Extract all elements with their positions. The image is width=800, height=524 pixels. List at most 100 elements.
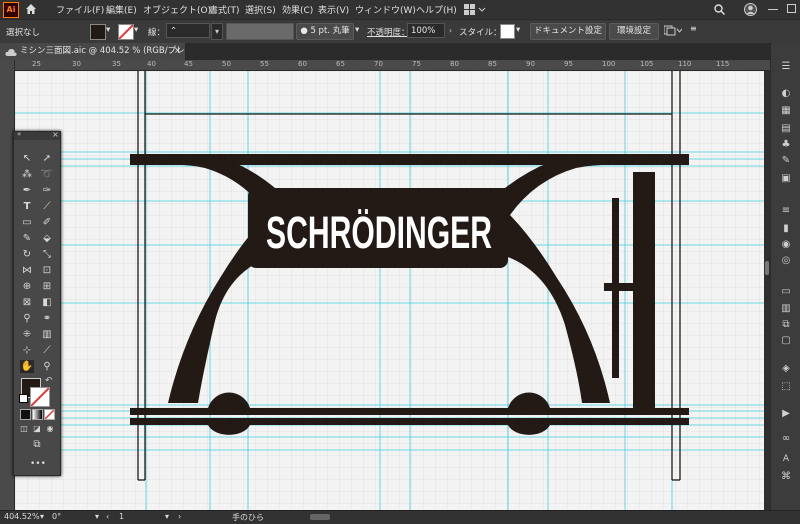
style-dropdown-icon[interactable]: ▾	[516, 25, 520, 35]
document-setup-button[interactable]: ドキュメント設定	[530, 23, 606, 40]
free-transform-tool-icon[interactable]: ⊡	[40, 264, 54, 277]
stroke-icon[interactable]: ≡	[779, 205, 793, 217]
asset-export-icon[interactable]: ⬚	[779, 381, 793, 393]
direct-selection-tool-icon[interactable]: ➚	[40, 152, 54, 165]
zoom-dropdown-icon[interactable]: ▾	[40, 512, 44, 521]
panel-collapse-icon[interactable]: «	[17, 130, 21, 138]
draw-behind-icon[interactable]: ◪	[30, 422, 44, 435]
brushes-icon[interactable]: ✎	[779, 155, 793, 167]
menu-help[interactable]: ヘルプ(H)	[416, 3, 457, 16]
tab-close-icon[interactable]: ×	[174, 43, 181, 60]
none-mode-icon[interactable]	[44, 409, 55, 420]
scroll-thumb[interactable]	[765, 261, 769, 275]
actions-icon[interactable]: ▶	[779, 408, 793, 420]
artboard-tool-icon[interactable]: ⊹	[20, 344, 34, 357]
selection-tool-icon[interactable]: ↖	[20, 152, 34, 165]
menu-window[interactable]: ウィンドウ(W)	[355, 3, 416, 16]
stroke-color-swatch[interactable]	[30, 387, 50, 407]
artboard-dropdown-icon[interactable]: ▾	[165, 512, 169, 521]
draw-inside-icon[interactable]: ◉	[43, 422, 57, 435]
variable-width-profile[interactable]	[226, 23, 294, 40]
rotation-value[interactable]: 0°	[52, 512, 61, 521]
edit-toolbar-icon[interactable]: •••	[30, 458, 46, 471]
rotation-dropdown-icon[interactable]: ▾	[95, 512, 99, 521]
home-icon[interactable]	[25, 3, 37, 18]
horizontal-scrollbar[interactable]	[310, 514, 330, 520]
stroke-none-swatch[interactable]	[118, 24, 134, 40]
artboard-canvas[interactable]: SCHRÖDINGER	[15, 71, 764, 510]
document-tab[interactable]: ミシン三面図.aic @ 404.52 % (RGB/プレビュー) ×	[0, 43, 185, 73]
menu-select[interactable]: 選択(S)	[245, 3, 276, 16]
eraser-tool-icon[interactable]: ⬙	[40, 232, 54, 245]
scale-tool-icon[interactable]: ⤡	[40, 248, 54, 261]
swap-fill-stroke-icon[interactable]: ↶	[45, 376, 53, 386]
stroke-weight-dropdown[interactable]: ▾	[211, 23, 223, 40]
graphic-styles-icon[interactable]: ▣	[779, 173, 793, 185]
user-avatar-icon[interactable]	[744, 3, 757, 19]
horizontal-ruler[interactable]: 25 30 35 40 45 50 55 60 65 70 75 80 85 9…	[14, 60, 770, 71]
width-tool-icon[interactable]: ⋈	[20, 264, 34, 277]
preferences-button[interactable]: 環境設定	[609, 23, 659, 40]
panel-menu-icon[interactable]: ≡	[690, 24, 697, 33]
slice-tool-icon[interactable]: ⟋	[40, 344, 54, 357]
panel-close-icon[interactable]: ×	[52, 130, 59, 139]
properties-icon[interactable]: ☰	[779, 61, 793, 73]
menu-file[interactable]: ファイル(F)	[56, 3, 104, 16]
curvature-tool-icon[interactable]: ✑	[40, 184, 54, 197]
artboard-number[interactable]: 1	[119, 512, 124, 521]
shape-builder-tool-icon[interactable]: ⊕	[20, 280, 34, 293]
artboards-icon[interactable]: ▢	[779, 335, 793, 347]
blend-tool-icon[interactable]: ⚭	[40, 312, 54, 325]
opacity-label[interactable]: 不透明度：	[367, 26, 410, 38]
glyphs-icon[interactable]: ⌘	[779, 471, 793, 483]
shaper-tool-icon[interactable]: ✎	[20, 232, 34, 245]
brush-dropdown-icon[interactable]: ▾	[355, 25, 359, 35]
gradient-tool-icon[interactable]: ◧	[40, 296, 54, 309]
menu-view[interactable]: 表示(V)	[318, 3, 349, 16]
fill-swatch[interactable]	[90, 24, 106, 40]
workspace-icon[interactable]	[464, 4, 486, 18]
paintbrush-tool-icon[interactable]: ✐	[40, 216, 54, 229]
magic-wand-tool-icon[interactable]: ⁂	[20, 168, 34, 181]
stroke-dropdown-icon[interactable]: ▾	[134, 25, 138, 35]
swatches-icon[interactable]: ▤	[779, 123, 793, 135]
graph-tool-icon[interactable]: ▥	[40, 328, 54, 341]
menu-effect[interactable]: 効果(C)	[282, 3, 313, 16]
brush-definition[interactable]: ● 5 pt. 丸筆	[296, 23, 354, 40]
links-icon[interactable]: ∞	[779, 433, 793, 445]
style-swatch[interactable]	[500, 24, 515, 39]
minimize-icon[interactable]	[768, 9, 778, 10]
transform-icon[interactable]: ▭	[779, 286, 793, 298]
menu-object[interactable]: オブジェクト(O)	[143, 3, 211, 16]
search-icon[interactable]	[714, 4, 726, 18]
rectangle-tool-icon[interactable]: ▭	[20, 216, 34, 229]
perspective-grid-tool-icon[interactable]: ⊞	[40, 280, 54, 293]
layers-icon[interactable]: ◈	[779, 363, 793, 375]
opacity-field[interactable]: 100%	[407, 23, 445, 38]
artboard-prev-icon[interactable]: ‹	[106, 512, 109, 521]
pathfinder-icon[interactable]: ⧉	[779, 319, 793, 331]
zoom-level[interactable]: 404.52%	[4, 512, 40, 521]
draw-mode-icon[interactable]: ◫	[17, 422, 31, 435]
arrange-documents-icon[interactable]	[663, 25, 683, 39]
opacity-dropdown[interactable]: ›	[446, 23, 455, 38]
color-mode-icon[interactable]	[20, 409, 31, 420]
zoom-tool-icon[interactable]: ⚲	[40, 360, 54, 373]
artboard-next-icon[interactable]: ›	[178, 512, 181, 521]
menu-edit[interactable]: 編集(E)	[106, 3, 137, 16]
stroke-weight-field[interactable]: ⌃	[166, 23, 210, 38]
maximize-icon[interactable]	[787, 4, 796, 13]
transparency-icon[interactable]: ◉	[779, 239, 793, 251]
lasso-tool-icon[interactable]: ➰	[40, 168, 54, 181]
line-tool-icon[interactable]: ⟋	[40, 200, 54, 213]
menu-type[interactable]: 書式(T)	[209, 3, 240, 16]
mesh-tool-icon[interactable]: ⊠	[20, 296, 34, 309]
align-icon[interactable]: ▥	[779, 303, 793, 315]
screen-mode-icon[interactable]: ⧉	[30, 438, 44, 451]
symbol-sprayer-tool-icon[interactable]: ⁜	[20, 328, 34, 341]
hand-tool-icon[interactable]: ✋	[20, 360, 34, 373]
appearance-icon[interactable]: ◎	[779, 255, 793, 267]
type-tool-icon[interactable]: T	[20, 200, 34, 213]
color-icon[interactable]: ◐	[779, 88, 793, 100]
gradient-mode-icon[interactable]	[32, 409, 43, 420]
